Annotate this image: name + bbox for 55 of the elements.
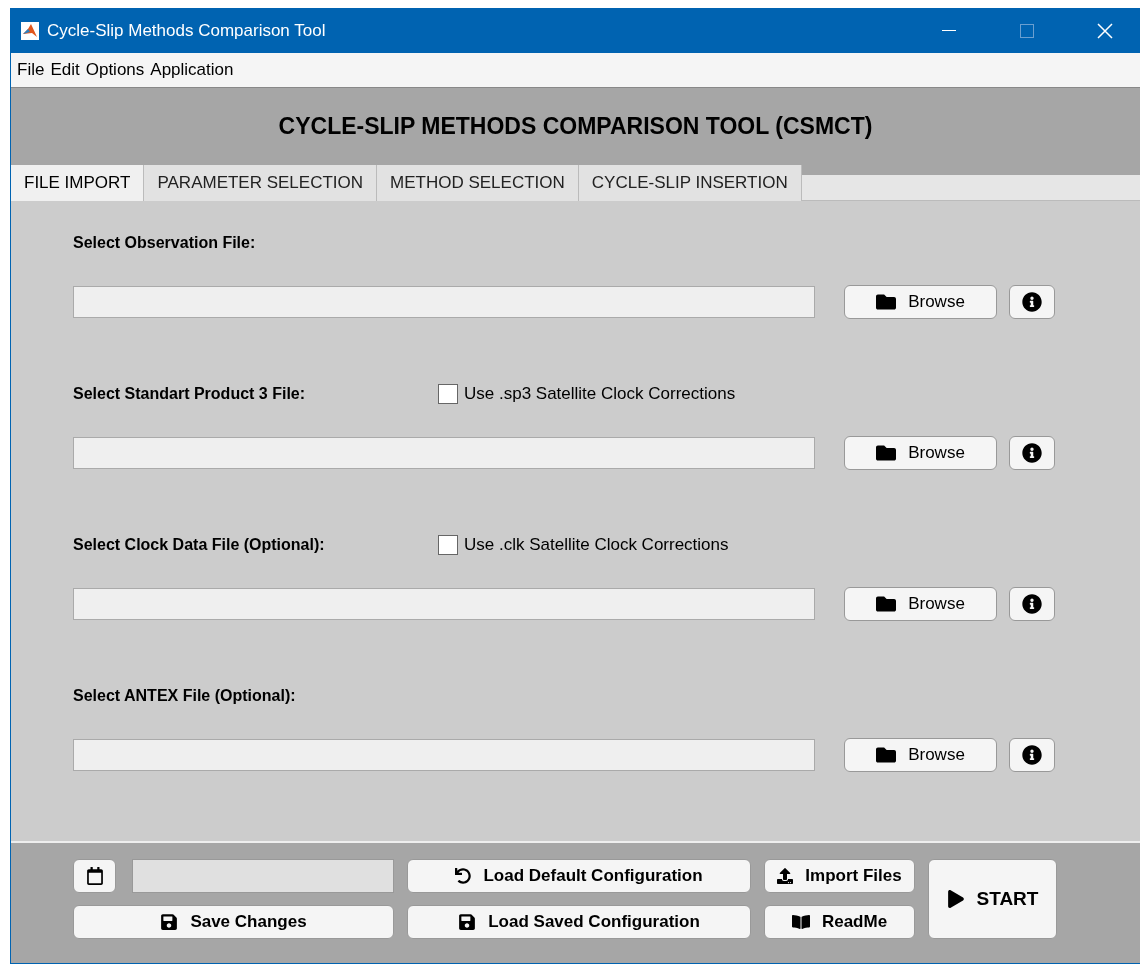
date-field[interactable] [132, 859, 394, 893]
info-icon [1022, 443, 1042, 463]
folder-icon [876, 443, 897, 463]
calendar-icon [85, 867, 104, 885]
play-icon [946, 890, 965, 908]
folder-icon [876, 594, 897, 614]
field-label: Select Observation File: [73, 234, 257, 252]
menu-item[interactable]: File [17, 60, 45, 80]
file-path-field[interactable] [73, 739, 815, 771]
calendar-button[interactable] [73, 859, 116, 893]
file-path-field[interactable] [73, 286, 815, 318]
start-button[interactable]: START [928, 859, 1057, 939]
readme-button[interactable]: ReadMe [764, 905, 915, 939]
book-icon [791, 913, 810, 931]
save-changes-button[interactable]: Save Changes [73, 905, 394, 939]
maximize-icon [1020, 24, 1034, 38]
app-heading: CYCLE-SLIP METHODS COMPARISON TOOL (CSMCT) [278, 113, 873, 140]
minimize-icon [942, 30, 956, 32]
info-icon [1022, 292, 1042, 312]
info-button[interactable] [1009, 285, 1055, 319]
field-label: Select Standart Product 3 File: [73, 385, 307, 403]
folder-icon [876, 292, 897, 312]
field-label: Select Clock Data File (Optional): [73, 536, 326, 554]
info-button[interactable] [1009, 587, 1055, 621]
window-title: Cycle-Slip Methods Comparison Tool [47, 21, 327, 41]
folder-icon [876, 745, 897, 765]
tab[interactable]: METHOD SELECTION [377, 165, 579, 201]
load-default-button[interactable]: Load Default Configuration [407, 859, 751, 893]
info-button[interactable] [1009, 436, 1055, 470]
app-logo-icon [21, 22, 39, 40]
info-icon [1022, 594, 1042, 614]
browse-button[interactable]: Browse [844, 285, 997, 319]
menu-item[interactable]: Edit [50, 60, 80, 80]
checkbox-label: Use .sp3 Satellite Clock Corrections [464, 384, 736, 404]
tab[interactable]: CYCLE-SLIP INSERTION [578, 165, 802, 201]
checkbox[interactable] [438, 384, 458, 404]
close-icon [1097, 23, 1113, 39]
upload-icon [777, 868, 794, 884]
import-files-button[interactable]: Import Files [764, 859, 915, 893]
checkbox-label: Use .clk Satellite Clock Corrections [464, 535, 729, 555]
file-path-field[interactable] [73, 588, 815, 620]
undo-icon [455, 868, 472, 884]
browse-button[interactable]: Browse [844, 436, 997, 470]
checkbox[interactable] [438, 535, 458, 555]
browse-button[interactable]: Browse [844, 587, 997, 621]
info-button[interactable] [1009, 738, 1055, 772]
browse-button[interactable]: Browse [844, 738, 997, 772]
info-icon [1022, 745, 1042, 765]
load-saved-button[interactable]: Load Saved Configuration [407, 905, 751, 939]
menu-item[interactable]: Application [150, 60, 234, 80]
menu-item[interactable]: Options [85, 60, 145, 80]
file-path-field[interactable] [73, 437, 815, 469]
tab[interactable]: PARAMETER SELECTION [144, 165, 378, 201]
tab[interactable]: FILE IMPORT [11, 165, 145, 201]
field-label: Select ANTEX File (Optional): [73, 687, 297, 705]
